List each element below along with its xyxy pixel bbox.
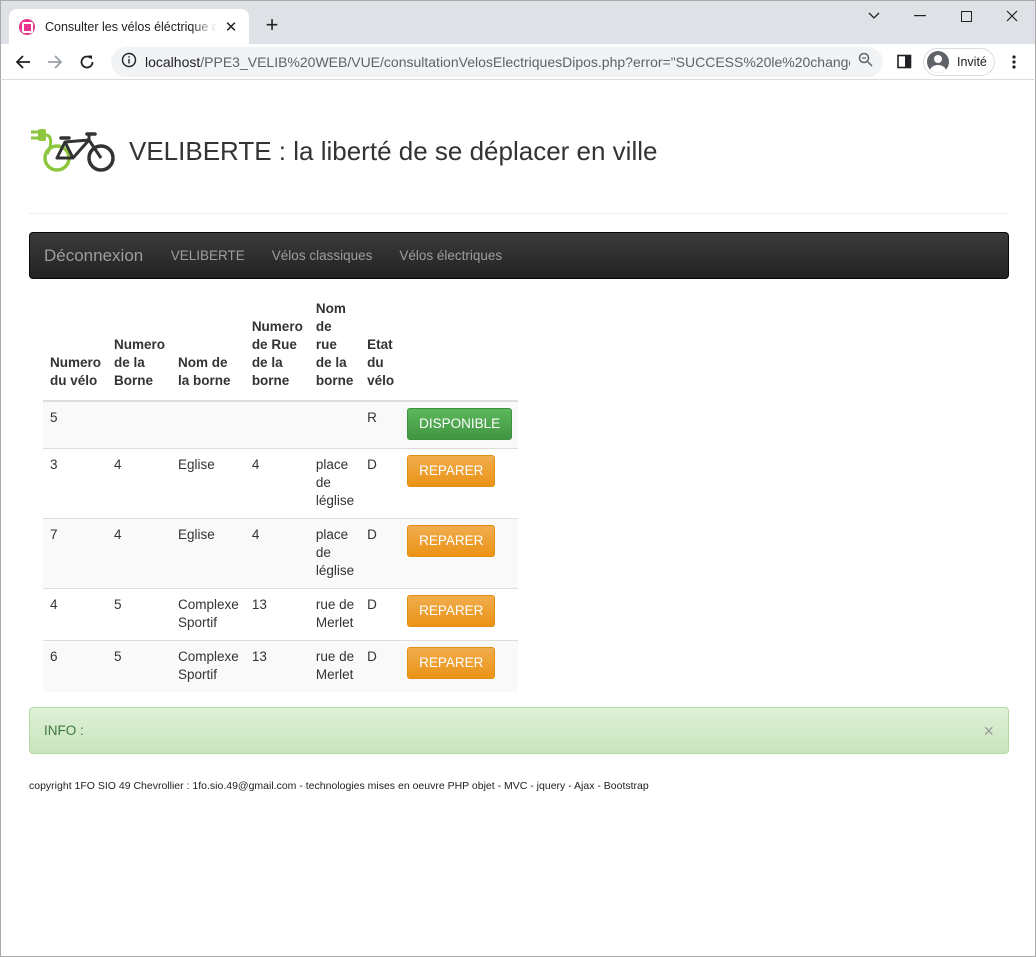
cell-action: DISPONIBLE bbox=[400, 400, 519, 449]
reparer-button[interactable]: REPARER bbox=[407, 595, 496, 627]
col-nom-rue: Nom de rue de la borne bbox=[308, 300, 361, 402]
cell-nom-borne: Eglise bbox=[171, 518, 245, 589]
browser-toolbar: localhost/PPE3_VELIB%20WEB/VUE/consultat… bbox=[0, 44, 1036, 80]
cell-numero: 4 bbox=[43, 588, 108, 641]
footer-text: copyright 1FO SIO 49 Chevrollier : 1fo.s… bbox=[29, 780, 649, 792]
page-content: VELIBERTE : la liberté de se déplacer en… bbox=[0, 80, 1036, 957]
cell-numero: 6 bbox=[43, 640, 108, 692]
table-row: 4 5 Complexe Sportif 13 rue de Merlet D … bbox=[43, 588, 519, 641]
zoom-search-icon[interactable] bbox=[858, 52, 873, 72]
alert-close-icon[interactable]: × bbox=[983, 721, 994, 742]
nav-deconnexion[interactable]: Déconnexion bbox=[30, 246, 157, 266]
cell-etat: D bbox=[360, 588, 401, 641]
menu-dots-icon[interactable] bbox=[1009, 54, 1019, 75]
site-info-icon[interactable] bbox=[121, 52, 137, 73]
nav-velos-classiques[interactable]: Vélos classiques bbox=[258, 248, 386, 263]
cell-num-rue: 4 bbox=[244, 448, 309, 519]
cell-action: REPARER bbox=[400, 588, 519, 641]
browser-tab[interactable]: Consulter les vélos éléctrique disponibl… bbox=[9, 9, 249, 45]
col-nom-borne: Nom de la borne bbox=[171, 300, 245, 402]
reload-icon[interactable] bbox=[71, 46, 103, 78]
cell-borne: 4 bbox=[107, 518, 172, 589]
new-tab-icon[interactable]: + bbox=[261, 14, 283, 36]
reparer-button[interactable]: REPARER bbox=[407, 455, 496, 487]
tab-title: Consulter les vélos éléctrique disponibl… bbox=[45, 20, 217, 34]
profile-button[interactable]: Invité bbox=[923, 48, 995, 76]
reparer-button[interactable]: REPARER bbox=[407, 525, 496, 557]
maximize-icon[interactable] bbox=[943, 1, 989, 31]
profile-label: Invité bbox=[957, 55, 987, 69]
cell-num-rue: 4 bbox=[244, 518, 309, 589]
browser-titlebar: Consulter les vélos éléctrique disponibl… bbox=[0, 0, 1036, 45]
top-navbar: Déconnexion VELIBERTE Vélos classiques V… bbox=[29, 232, 1009, 279]
cell-borne: 4 bbox=[107, 448, 172, 519]
side-panel-icon[interactable] bbox=[897, 54, 912, 74]
forward-arrow-icon[interactable] bbox=[39, 46, 71, 78]
avatar-icon bbox=[927, 51, 949, 73]
cell-etat: D bbox=[360, 518, 401, 589]
tab-close-icon[interactable]: ✕ bbox=[223, 18, 239, 36]
cell-num-rue bbox=[244, 400, 309, 449]
table-header-row: Numero du vélo Numero de la Borne Nom de… bbox=[43, 300, 519, 402]
table-row: 6 5 Complexe Sportif 13 rue de Merlet D … bbox=[43, 640, 519, 692]
url-host: localhost bbox=[145, 54, 201, 70]
cell-nom-rue: rue de Merlet bbox=[308, 588, 361, 641]
cell-numero: 7 bbox=[43, 518, 108, 589]
table-row: 7 4 Eglise 4 place de léglise D REPARER bbox=[43, 518, 519, 589]
cell-etat: D bbox=[360, 640, 401, 692]
minimize-chevron-icon[interactable] bbox=[851, 1, 897, 31]
table-row: 5 R DISPONIBLE bbox=[43, 400, 519, 449]
nav-velos-electriques[interactable]: Vélos électriques bbox=[386, 248, 516, 263]
cell-numero: 5 bbox=[43, 400, 108, 449]
cell-etat: D bbox=[360, 448, 401, 519]
app-favicon-icon bbox=[19, 19, 35, 35]
reparer-button[interactable]: REPARER bbox=[407, 647, 496, 679]
electric-bike-logo-icon bbox=[29, 124, 123, 179]
address-bar[interactable]: localhost/PPE3_VELIB%20WEB/VUE/consultat… bbox=[111, 47, 883, 77]
cell-nom-borne: Complexe Sportif bbox=[171, 640, 245, 692]
cell-etat: R bbox=[360, 400, 401, 449]
cell-numero: 3 bbox=[43, 448, 108, 519]
col-etat: Etat du vélo bbox=[360, 300, 401, 402]
cell-nom-borne: Complexe Sportif bbox=[171, 588, 245, 641]
back-arrow-icon[interactable] bbox=[7, 46, 39, 78]
cell-nom-borne: Eglise bbox=[171, 448, 245, 519]
page-title: VELIBERTE : la liberté de se déplacer en… bbox=[129, 136, 658, 166]
cell-nom-rue bbox=[308, 400, 361, 449]
cell-borne: 5 bbox=[107, 588, 172, 641]
cell-nom-rue: place de léglise bbox=[308, 448, 361, 519]
col-numero-borne: Numero de la Borne bbox=[107, 300, 172, 402]
close-window-icon[interactable] bbox=[989, 1, 1035, 31]
disponible-button[interactable]: DISPONIBLE bbox=[407, 408, 513, 440]
info-alert: INFO : × bbox=[29, 707, 1009, 754]
cell-action: REPARER bbox=[400, 448, 519, 519]
col-numero-velo: Numero du vélo bbox=[43, 300, 108, 402]
minimize-icon[interactable] bbox=[897, 1, 943, 31]
cell-nom-rue: place de léglise bbox=[308, 518, 361, 589]
header-divider bbox=[29, 213, 1009, 214]
cell-borne bbox=[107, 400, 172, 449]
cell-nom-rue: rue de Merlet bbox=[308, 640, 361, 692]
url-text: localhost/PPE3_VELIB%20WEB/VUE/consultat… bbox=[145, 54, 850, 70]
cell-action: REPARER bbox=[400, 518, 519, 589]
cell-num-rue: 13 bbox=[244, 588, 309, 641]
col-numero-rue: Numero de Rue de la borne bbox=[244, 300, 309, 402]
cell-borne: 5 bbox=[107, 640, 172, 692]
cell-nom-borne bbox=[171, 400, 245, 449]
bikes-table: Numero du vélo Numero de la Borne Nom de… bbox=[43, 300, 519, 692]
url-path: /PPE3_VELIB%20WEB/VUE/consultationVelosE… bbox=[200, 54, 850, 70]
table-row: 3 4 Eglise 4 place de léglise D REPARER bbox=[43, 448, 519, 519]
page-header: VELIBERTE : la liberté de se déplacer en… bbox=[29, 124, 657, 179]
cell-num-rue: 13 bbox=[244, 640, 309, 692]
nav-veliberte[interactable]: VELIBERTE bbox=[157, 248, 258, 263]
cell-action: REPARER bbox=[400, 640, 519, 692]
col-action bbox=[400, 300, 519, 402]
alert-text: INFO : bbox=[44, 723, 84, 738]
